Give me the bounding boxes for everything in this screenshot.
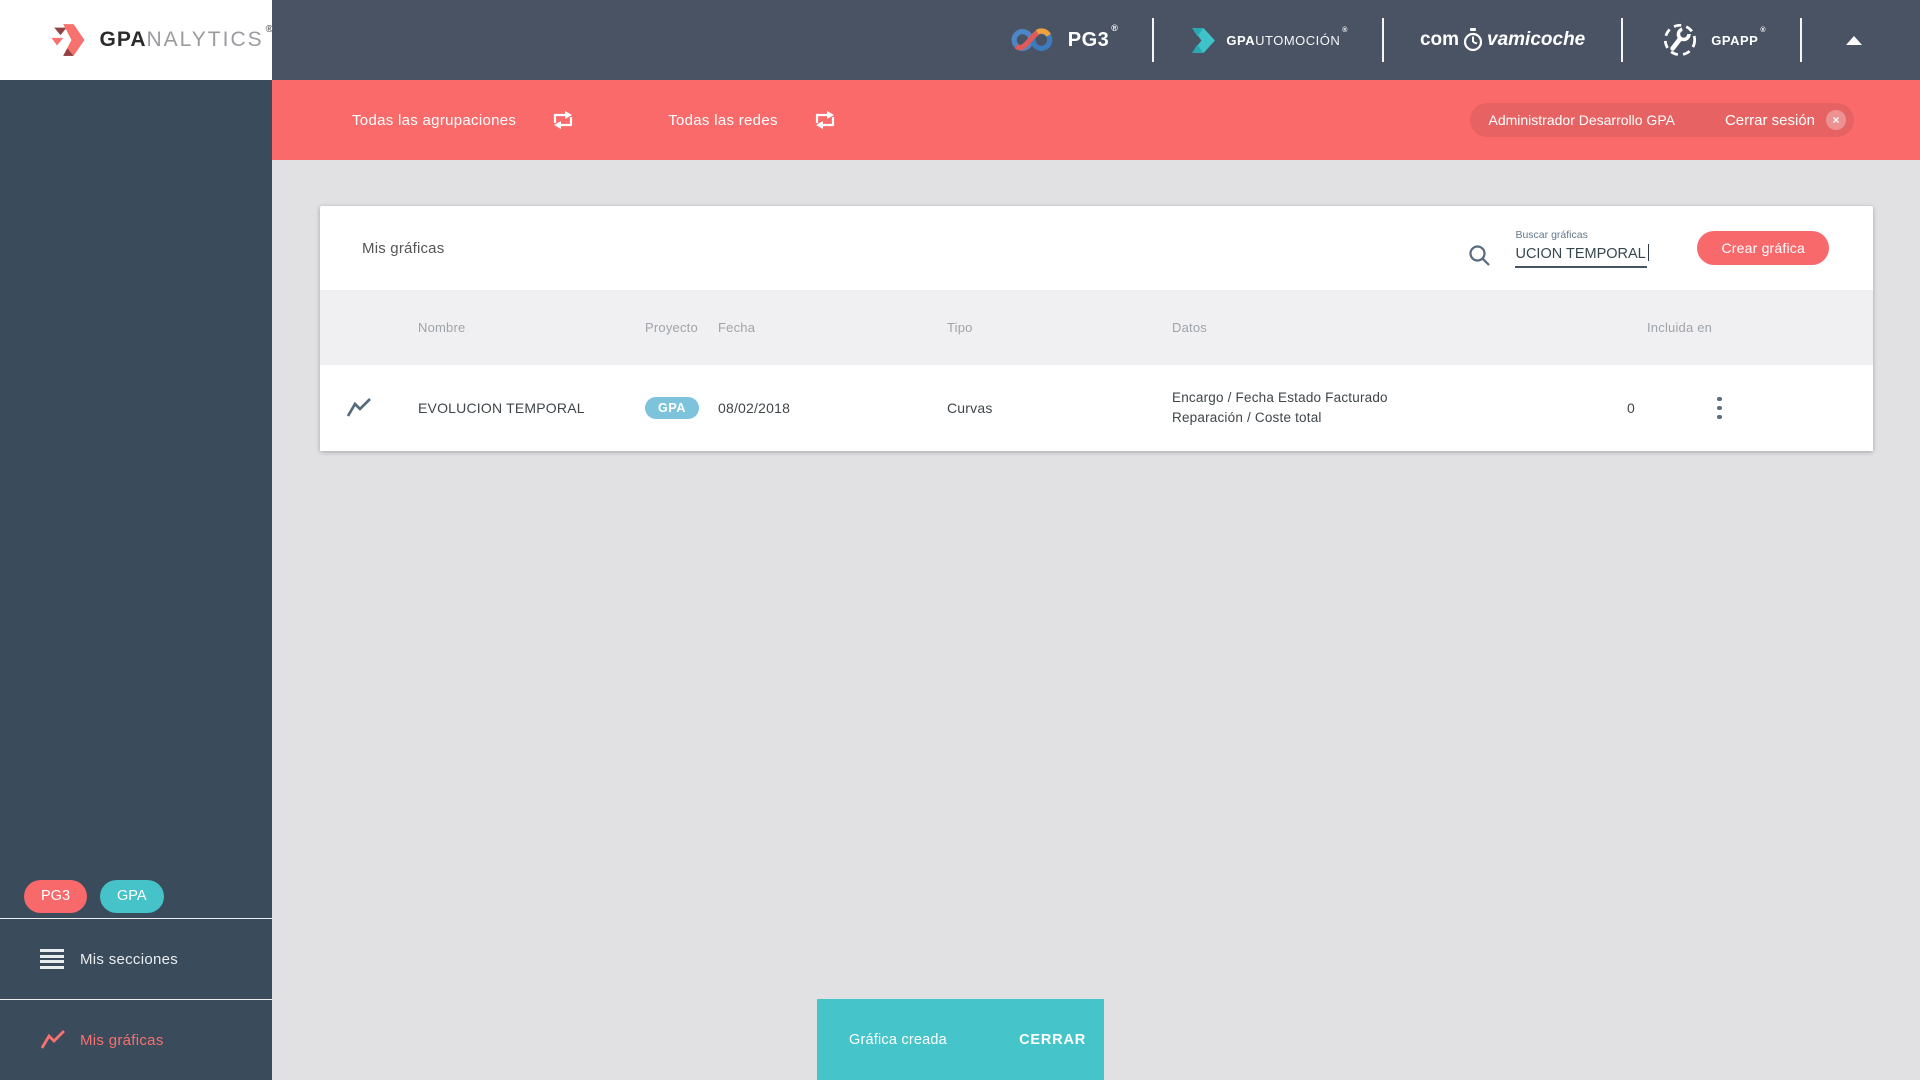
row-included-in: 0 [1627,400,1635,416]
col-header-incluida-en: Incluida en [1647,320,1713,335]
row-date: 08/02/2018 [718,400,791,416]
col-header-proyecto: Proyecto [645,320,698,335]
col-header-datos: Datos [1172,320,1207,335]
row-data-line2: Reparación / Coste total [1172,410,1322,425]
comvamicoche-prefix: com [1419,29,1460,50]
app-link-gpautomocion[interactable]: GPAUTOMOCIÓN® [1190,26,1348,54]
app-link-gpapp[interactable]: GPAPP® [1659,19,1766,61]
app-link-pg3[interactable]: PG3® [1010,22,1119,55]
text-caret [1647,243,1650,261]
stopwatch-icon [1463,28,1483,52]
sidebar-bottom: PG3 GPA Mis secciones Mis gráficas [0,874,272,1080]
brand-logo-text: GPANALYTICS ® [99,24,273,52]
header-divider [1381,18,1384,62]
gpa-arrow-logo-icon [51,24,85,56]
table-header-row: Nombre Proyecto Fecha Tipo Datos Incluid… [320,290,1873,365]
row-menu-kebab-icon[interactable] [1717,395,1737,422]
row-data: Encargo / Fecha Estado Facturado Reparac… [1152,388,1627,428]
toast-message: Gráfica creada [849,1031,947,1048]
user-session-pill: Administrador Desarrollo GPA Cerrar sesi… [1470,103,1854,137]
brand-logo[interactable]: GPANALYTICS ® [0,0,273,80]
search-field: Buscar gráficas [1515,228,1650,268]
swap-groupings-icon[interactable] [550,109,576,131]
badge-pg3[interactable]: PG3 [24,879,88,913]
collapse-header-arrow-icon[interactable] [1846,35,1862,45]
logout-close-icon[interactable]: × [1826,110,1846,130]
search-icon[interactable] [1467,243,1493,269]
search-input[interactable] [1515,243,1648,268]
line-chart-icon [346,398,371,417]
gpapp-wrench-icon [1664,23,1697,57]
comvamicoche-suffix: vamicoche [1487,29,1586,50]
col-header-tipo: Tipo [947,320,973,335]
search-field-label: Buscar gráficas [1515,228,1588,241]
badge-gpa[interactable]: GPA [100,879,164,913]
content-area: Mis gráficas Buscar gráficas Crear gráfi… [272,160,1920,1080]
app-label-pg3: PG3® [1067,22,1119,51]
app-link-comvamicoche[interactable]: com vamicoche [1420,26,1585,54]
row-data-line1: Encargo / Fecha Estado Facturado [1172,390,1388,405]
row-type: Curvas [947,400,993,416]
brand-suffix: NALYTICS [146,28,264,51]
row-name: EVOLUCION TEMPORAL [418,400,585,416]
create-chart-button[interactable]: Crear gráfica [1697,231,1829,265]
filter-bar: Todas las agrupaciones Todas las redes A… [272,80,1920,160]
sidebar-item-mis-secciones[interactable]: Mis secciones [0,919,272,999]
snackbar-toast: Gráfica creada CERRAR [817,999,1104,1080]
sidebar-item-label: Mis gráficas [80,1031,164,1049]
registered-mark: ® [265,24,274,35]
row-chart-type-icon [320,397,398,419]
header-divider [1800,18,1802,62]
row-project: GPA [625,397,699,419]
sidebar-item-mis-graficas[interactable]: Mis gráficas [0,1000,272,1080]
gpautomocion-arrow-icon [1192,27,1216,53]
toolbar-right: Buscar gráficas Crear gráfica [1467,227,1829,269]
groupings-filter-label[interactable]: Todas las agrupaciones [352,112,516,129]
swap-networks-icon[interactable] [812,109,838,131]
line-chart-icon [40,1029,68,1051]
sidebar-badges: PG3 GPA [0,874,272,918]
page-title: Mis gráficas [362,239,445,257]
top-header: PG3® GPAUTOMOCIÓN® com vamicoche GPAPP® [272,0,1920,80]
sidebar: GPANALYTICS ® PG3 GPA Mis secciones Mis g… [0,0,273,1080]
header-divider [1152,18,1155,62]
networks-filter-label[interactable]: Todas las redes [668,112,778,129]
pg3-infinity-icon [1011,28,1053,51]
app-label-gpapp: GPAPP® [1711,26,1766,48]
card-toolbar: Mis gráficas Buscar gráficas Crear gráfi… [320,206,1873,290]
groupings-filter: Todas las agrupaciones [352,109,576,131]
charts-card: Mis gráficas Buscar gráficas Crear gráfi… [320,206,1873,451]
col-header-nombre: Nombre [418,320,466,335]
user-name: Administrador Desarrollo GPA [1488,112,1675,128]
sidebar-item-label: Mis secciones [80,950,179,968]
app-root: GPANALYTICS ® PG3 GPA Mis secciones Mis g… [0,0,1920,1080]
table-row[interactable]: EVOLUCION TEMPORAL GPA 08/02/2018 Curvas… [320,365,1873,451]
project-badge: GPA [645,397,699,419]
app-label-gpautomocion: GPAUTOMOCIÓN® [1226,26,1348,48]
header-divider [1621,18,1624,62]
toast-close-button[interactable]: CERRAR [1019,1032,1086,1048]
networks-filter: Todas las redes [668,109,838,131]
brand-prefix: GPA [99,28,147,51]
menu-icon [40,947,68,972]
col-header-fecha: Fecha [718,320,756,335]
logout-button[interactable]: Cerrar sesión [1725,112,1815,129]
